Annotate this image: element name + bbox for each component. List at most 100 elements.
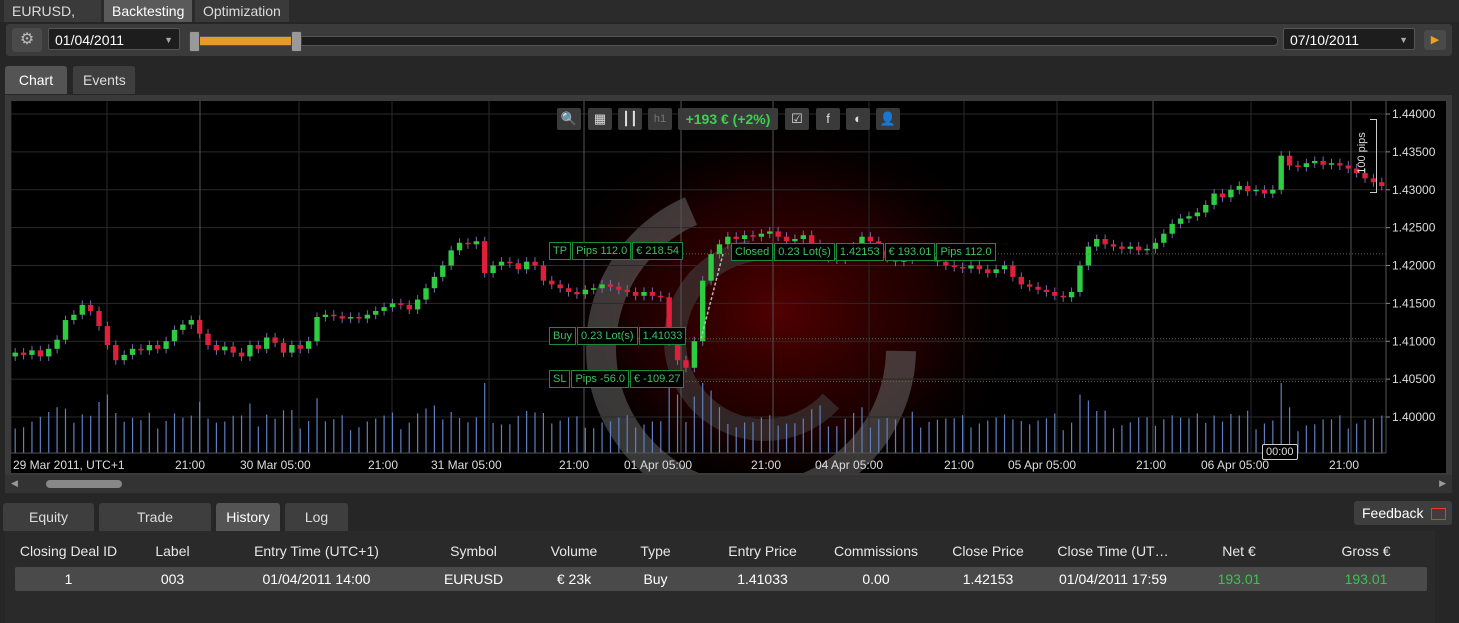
gear-icon[interactable]: ⚙: [12, 28, 42, 52]
column-header[interactable]: Close Price: [927, 539, 1049, 563]
tp-pips: Pips 112.0: [572, 242, 632, 260]
candle-body: [733, 236, 739, 239]
price-tick-label: 1.40500: [1392, 372, 1436, 386]
candle-body: [230, 346, 236, 353]
column-header[interactable]: Commissions: [825, 539, 927, 563]
candle-body: [1194, 212, 1201, 217]
backtest-toolbar: ⚙ 01/04/2011 ▼ 07/10/2011 ▼ ▶: [6, 24, 1452, 56]
candle-body: [482, 241, 488, 274]
price-chart[interactable]: 1.44000 1.43500 1.43000 1.42500 1.42000 1.415…: [11, 101, 1446, 473]
chart-scrollbar[interactable]: ◀ ▶: [5, 475, 1452, 493]
candle-body: [406, 304, 412, 310]
candle-body: [1303, 163, 1310, 168]
column-header[interactable]: Closing Deal ID: [15, 539, 122, 563]
checklist-icon[interactable]: ☑: [785, 108, 809, 130]
sl-pips: Pips -56.0: [571, 370, 629, 388]
time-tick-label: 21:00: [175, 458, 205, 472]
column-header[interactable]: Entry Price: [700, 539, 825, 563]
column-header[interactable]: Close Time (UT…: [1049, 539, 1177, 563]
time-tick-label: 05 Apr 05:00: [1008, 458, 1076, 472]
scroll-left-icon[interactable]: ◀: [11, 478, 18, 489]
tab-log[interactable]: Log: [285, 503, 348, 531]
candle-body: [976, 265, 983, 270]
candle-body: [104, 326, 111, 346]
objects-icon[interactable]: ◐: [846, 108, 870, 130]
column-header[interactable]: Entry Time (UTC+1): [223, 539, 410, 563]
column-header[interactable]: Net €: [1177, 539, 1301, 563]
candle-body: [616, 286, 622, 290]
zoom-icon[interactable]: 🔍: [557, 108, 581, 130]
table-row[interactable]: 1 003 01/04/2011 14:00 EURUSD € 23k Buy 1.4103…: [15, 567, 1427, 591]
candle-body: [280, 342, 287, 353]
column-header[interactable]: Volume: [537, 539, 611, 563]
feedback-label: Feedback: [1362, 505, 1424, 521]
tab-symbol-chart[interactable]: EURUSD, h1: [4, 0, 101, 41]
candle-body: [79, 304, 85, 315]
candle-body: [641, 292, 647, 296]
candle-body: [339, 316, 345, 319]
closed-pips: Pips 112.0: [936, 243, 996, 261]
candle-body: [180, 324, 186, 330]
price-tick-label: 1.43500: [1392, 145, 1436, 159]
slider-end-handle[interactable]: [291, 31, 303, 52]
feedback-button[interactable]: Feedback: [1354, 501, 1452, 525]
candle-body: [238, 352, 245, 357]
tab-chart[interactable]: Chart: [5, 66, 67, 94]
candle-body: [431, 276, 438, 289]
candle-body: [87, 304, 94, 311]
closed-tag: Closed: [731, 243, 774, 261]
column-header[interactable]: Symbol: [410, 539, 537, 563]
tab-events[interactable]: Events: [73, 66, 135, 94]
table-cell: EURUSD: [443, 571, 504, 587]
candle-body: [1219, 193, 1226, 198]
time-tick-label: 21:00: [1136, 458, 1166, 472]
candle-body: [1052, 292, 1058, 296]
table-cell: 1.41033: [737, 571, 788, 587]
candle-body: [414, 299, 421, 310]
facebook-icon[interactable]: f: [816, 108, 840, 130]
tab-backtesting[interactable]: Backtesting: [104, 0, 192, 22]
candle-body: [389, 303, 396, 308]
candle-body: [1169, 223, 1175, 234]
tp-label: TP Pips 112.0 € 218.54: [549, 242, 684, 260]
candle-body: [1295, 165, 1301, 168]
candle-body: [1203, 204, 1209, 213]
date-range-slider[interactable]: [189, 31, 1278, 52]
candle-body: [188, 320, 194, 325]
candle-body: [1018, 276, 1024, 285]
candle-body: [171, 329, 178, 342]
table-cell: € 23k: [556, 571, 592, 587]
candle-body: [1177, 218, 1184, 224]
price-tick-label: 1.42500: [1392, 221, 1436, 235]
price-tick-label: 1.44000: [1392, 107, 1436, 121]
chart-settings-icon[interactable]: ▦: [588, 108, 612, 130]
tp-amount: € 218.54: [632, 242, 684, 260]
tab-trade-statistics[interactable]: Trade Statistics: [99, 503, 211, 553]
candle-body: [649, 292, 656, 296]
tab-equity-chart[interactable]: Equity Chart: [3, 503, 94, 553]
candles-icon[interactable]: ┃┃: [618, 108, 642, 130]
candle-body: [1144, 248, 1150, 251]
scroll-right-icon[interactable]: ▶: [1439, 478, 1446, 489]
tab-optimization[interactable]: Optimization: [195, 0, 289, 22]
scrollbar-thumb[interactable]: [46, 480, 122, 488]
candle-body: [691, 341, 697, 368]
column-header[interactable]: Type: [611, 539, 700, 563]
user-icon[interactable]: 👤: [876, 108, 900, 130]
start-date-select[interactable]: 01/04/2011 ▼: [48, 28, 180, 50]
column-header[interactable]: Label: [122, 539, 223, 563]
candle-body: [1119, 246, 1125, 249]
pip-ruler-label: 100 pips: [1356, 132, 1368, 174]
timeframe-icon[interactable]: h1: [648, 108, 672, 130]
tab-history[interactable]: History: [216, 503, 280, 531]
slider-start-handle[interactable]: [189, 31, 200, 52]
profit-badge: +193 € (+2%): [678, 108, 778, 130]
play-button[interactable]: ▶: [1424, 30, 1446, 50]
candle-body: [758, 233, 765, 237]
table-cell: 193.01: [1344, 571, 1388, 587]
candle-body: [71, 314, 77, 321]
column-header[interactable]: Gross €: [1301, 539, 1431, 563]
end-date-select[interactable]: 07/10/2011 ▼: [1283, 28, 1415, 50]
candle-body: [255, 345, 262, 349]
top-tab-bar: EURUSD, h1 Backtesting Optimization: [0, 0, 1459, 41]
